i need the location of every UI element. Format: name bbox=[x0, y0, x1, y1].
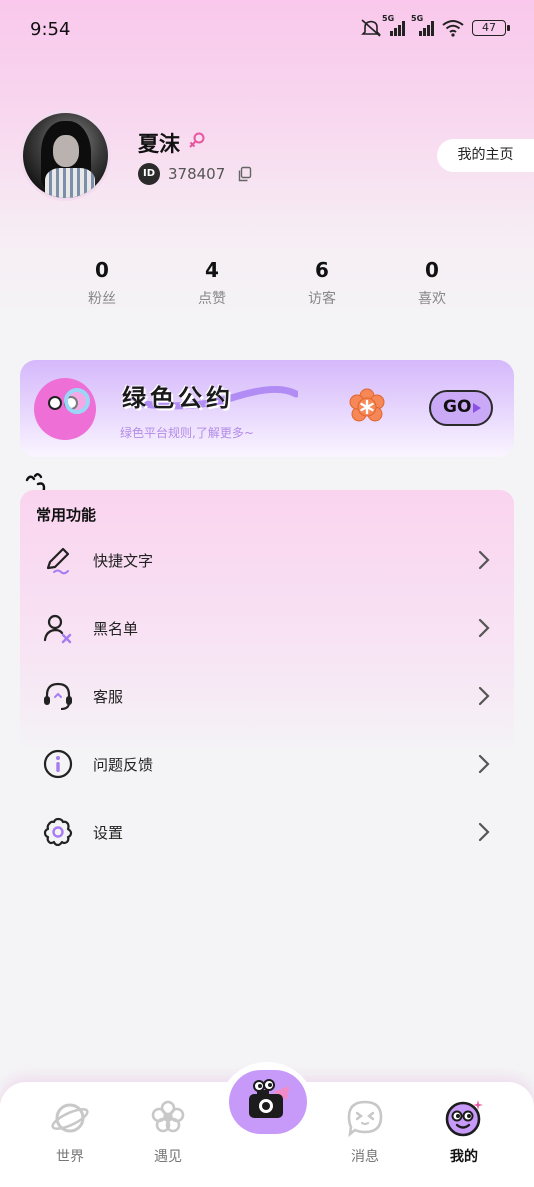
wifi-icon bbox=[442, 20, 464, 37]
stat-value: 6 bbox=[315, 258, 329, 282]
signal-1-icon: 5G bbox=[382, 14, 405, 36]
chevron-right-icon bbox=[478, 686, 490, 706]
menu-label: 问题反馈 bbox=[93, 756, 154, 774]
user-id: 378407 bbox=[168, 165, 226, 183]
stat-value: 0 bbox=[425, 258, 439, 282]
my-homepage-button[interactable]: 我的主页 bbox=[437, 139, 534, 172]
menu-item-blacklist[interactable]: 黑名单 bbox=[20, 598, 514, 658]
menu-label: 黑名单 bbox=[93, 620, 139, 638]
stats-row: 0 粉丝 4 点赞 6 访客 0 喜欢 bbox=[0, 258, 534, 318]
status-time: 9:54 bbox=[30, 19, 71, 40]
message-face-icon bbox=[347, 1100, 383, 1138]
stat-label: 粉丝 bbox=[88, 291, 116, 307]
nav-me[interactable]: 我的 bbox=[429, 1098, 499, 1166]
settings-icon bbox=[43, 817, 73, 847]
battery-indicator: 47 bbox=[472, 20, 510, 36]
user-block-icon bbox=[43, 614, 72, 644]
nav-meet[interactable]: 遇见 bbox=[133, 1098, 203, 1166]
chevron-right-icon bbox=[478, 618, 490, 638]
banner-title: 绿色公约 bbox=[122, 384, 234, 412]
flower-icon bbox=[349, 388, 385, 422]
stat-visitors[interactable]: 6 访客 bbox=[282, 258, 362, 308]
go-button[interactable]: GO bbox=[429, 390, 493, 426]
chevron-right-icon bbox=[478, 754, 490, 774]
stat-likes[interactable]: 4 点赞 bbox=[172, 258, 252, 308]
stat-favorites[interactable]: 0 喜欢 bbox=[392, 258, 472, 308]
go-label: GO bbox=[443, 397, 472, 417]
camera-button[interactable] bbox=[229, 1070, 307, 1134]
menu-label: 设置 bbox=[93, 824, 124, 842]
bell-muted-icon bbox=[361, 19, 381, 37]
menu-label: 客服 bbox=[93, 688, 124, 706]
id-badge-icon: ID bbox=[138, 163, 160, 185]
network-type-1: 5G bbox=[382, 14, 395, 23]
status-bar: 9:54 5G 5G 47 bbox=[0, 0, 534, 60]
camera-icon bbox=[249, 1079, 289, 1118]
female-gender-icon bbox=[189, 132, 205, 148]
green-convention-banner[interactable]: 绿色公约 绿色平台规则,了解更多~ GO bbox=[20, 360, 514, 457]
menu-item-settings[interactable]: 设置 bbox=[20, 802, 514, 862]
network-type-2: 5G bbox=[411, 14, 424, 23]
menu-item-feedback[interactable]: 问题反馈 bbox=[20, 734, 514, 794]
copy-icon[interactable] bbox=[237, 166, 253, 182]
chevron-right-icon bbox=[478, 550, 490, 570]
functions-title: 常用功能 bbox=[36, 506, 97, 524]
headset-icon bbox=[44, 682, 72, 710]
menu-item-quick-text[interactable]: 快捷文字 bbox=[20, 530, 514, 590]
nav-label: 遇见 bbox=[154, 1149, 182, 1165]
avatar[interactable] bbox=[20, 110, 111, 201]
stat-fans[interactable]: 0 粉丝 bbox=[62, 258, 142, 308]
stat-label: 点赞 bbox=[198, 291, 226, 307]
pen-icon bbox=[46, 547, 70, 575]
menu-label: 快捷文字 bbox=[93, 552, 154, 570]
mascot-magnifier-icon bbox=[34, 378, 96, 440]
banner-subtitle: 绿色平台规则,了解更多~ bbox=[120, 426, 254, 440]
nav-world[interactable]: 世界 bbox=[35, 1098, 105, 1166]
stat-label: 喜欢 bbox=[418, 291, 446, 307]
nav-label: 世界 bbox=[56, 1149, 84, 1165]
nav-label: 我的 bbox=[450, 1149, 478, 1165]
nav-messages[interactable]: 消息 bbox=[330, 1098, 400, 1166]
smiley-face-icon bbox=[445, 1100, 483, 1137]
username: 夏沫 bbox=[138, 132, 180, 156]
stat-value: 0 bbox=[95, 258, 109, 282]
status-icons: 5G 5G 47 bbox=[360, 14, 510, 38]
flower-icon bbox=[151, 1100, 185, 1133]
stat-label: 访客 bbox=[308, 291, 336, 307]
stat-value: 4 bbox=[205, 258, 219, 282]
user-id-row: ID 378407 bbox=[138, 163, 253, 185]
menu-item-customer-service[interactable]: 客服 bbox=[20, 666, 514, 726]
chevron-right-icon bbox=[478, 822, 490, 842]
planet-icon bbox=[51, 1103, 89, 1133]
nav-label: 消息 bbox=[351, 1149, 379, 1165]
info-icon bbox=[43, 749, 73, 779]
play-arrow-icon bbox=[473, 403, 481, 413]
signal-2-icon: 5G bbox=[411, 14, 434, 36]
